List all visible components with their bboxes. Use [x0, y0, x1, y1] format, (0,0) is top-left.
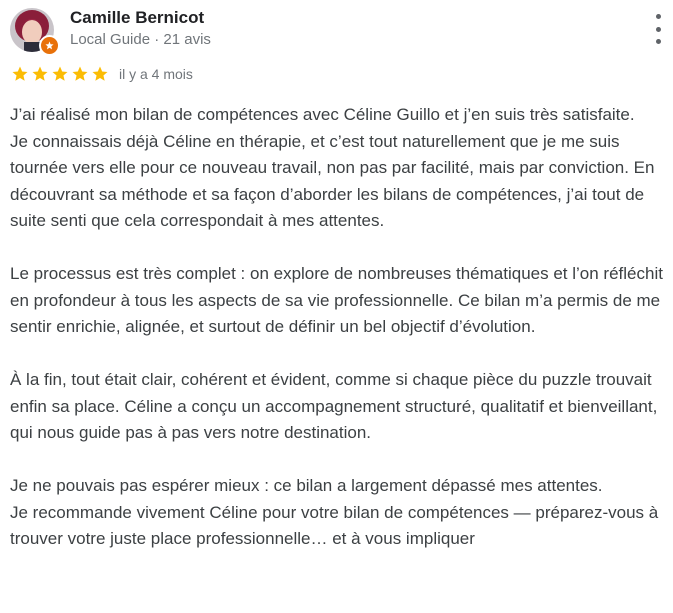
avatar[interactable]	[10, 8, 60, 56]
review-paragraph: Je ne pouvais pas espérer mieux : ce bil…	[10, 476, 659, 548]
review-date: il y a 4 mois	[119, 66, 193, 82]
review-paragraph: J’ai réalisé mon bilan de compétences av…	[10, 105, 655, 230]
review-text: J’ai réalisé mon bilan de compétences av…	[10, 102, 673, 553]
star-rating	[11, 65, 109, 83]
review-paragraph: Le processus est très complet : on explo…	[10, 264, 663, 336]
star-icon	[72, 66, 88, 81]
star-icon	[92, 66, 108, 81]
star-icon	[52, 66, 68, 81]
review-paragraph: À la fin, tout était clair, cohérent et …	[10, 370, 658, 442]
more-options-dot	[655, 26, 661, 32]
star-icon	[32, 66, 48, 81]
reviewer-name[interactable]: Camille Bernicot	[70, 8, 204, 28]
more-options-icon[interactable]	[648, 14, 668, 44]
star-icon	[12, 66, 28, 81]
local-guide-badge-icon	[39, 35, 60, 56]
reviewer-meta[interactable]: Local Guide · 21 avis	[70, 31, 211, 48]
more-options-dot	[655, 39, 661, 44]
rating-row: il y a 4 mois	[11, 65, 193, 83]
more-options-dot	[655, 14, 661, 19]
